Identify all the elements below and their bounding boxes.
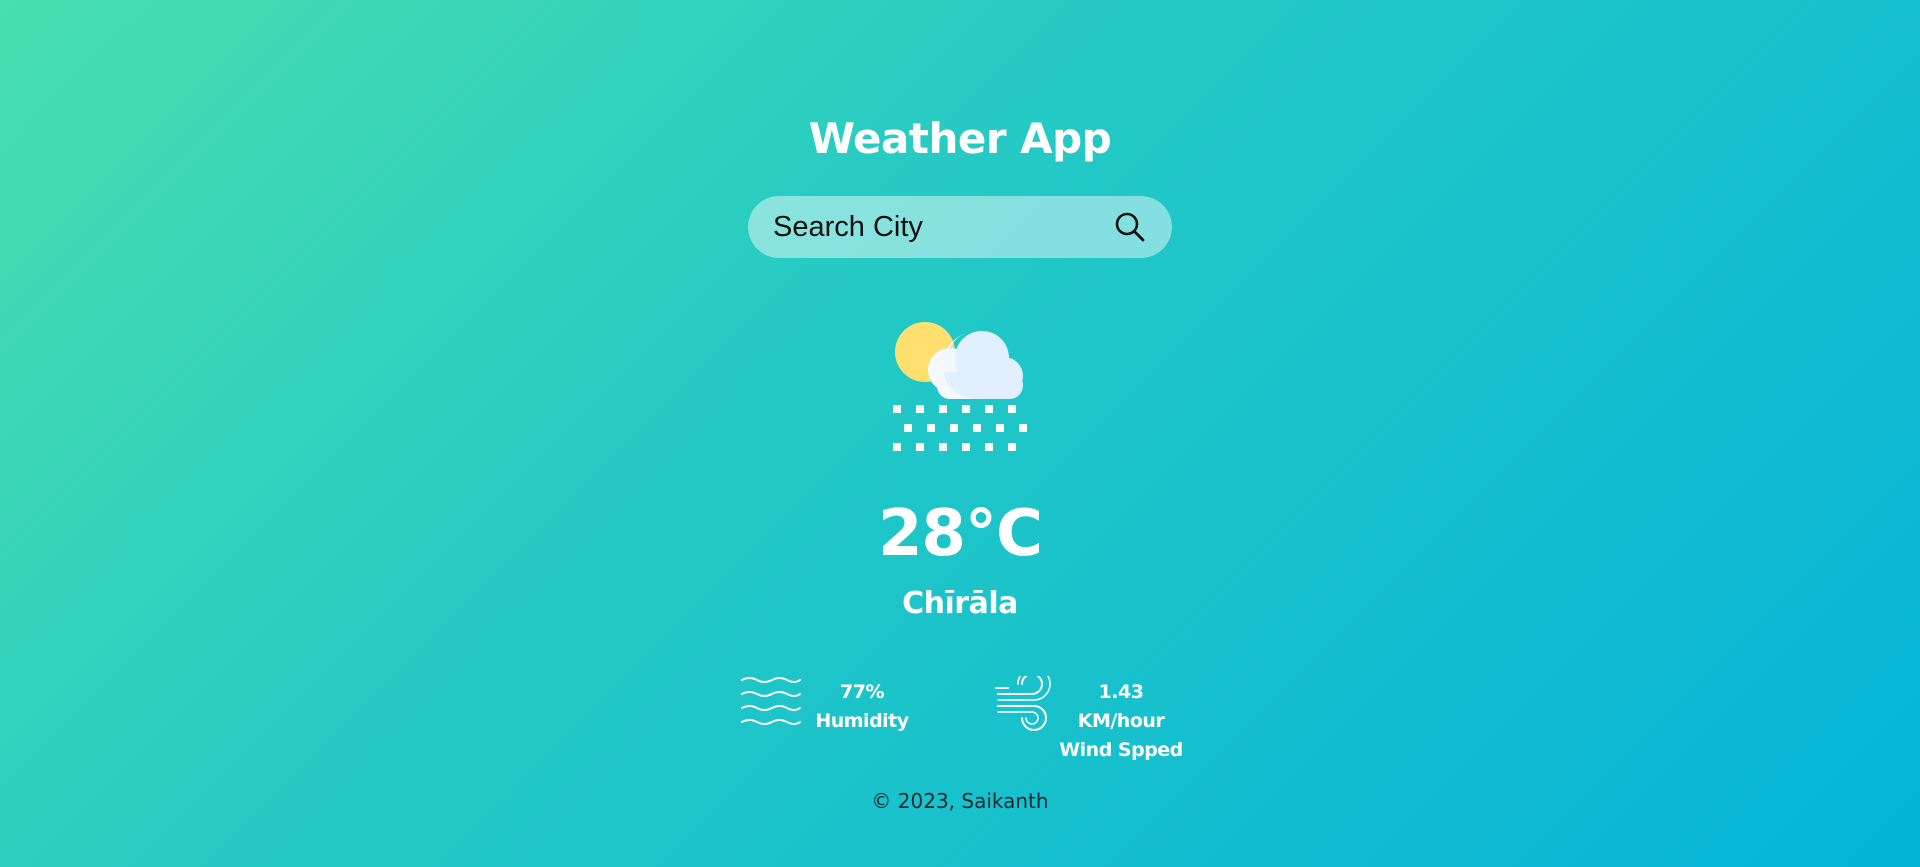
humidity-waves-icon	[741, 677, 801, 725]
temperature: 28°C	[877, 497, 1043, 571]
search-icon	[1115, 212, 1145, 242]
wind-value: 1.43 KM/hour	[1077, 681, 1165, 732]
humidity-value: 77%	[840, 681, 884, 703]
search-button[interactable]	[1112, 209, 1148, 245]
search-input[interactable]	[773, 196, 1103, 258]
cloud-sun-snow-icon	[893, 322, 1027, 451]
app-title: Weather App	[808, 114, 1112, 163]
wind-detail: 1.43 KM/hour Wind Spped	[994, 672, 1194, 761]
footer-copyright: © 2023, Saikanth	[871, 789, 1049, 813]
city-name: Chīrāla	[902, 586, 1018, 621]
wind-label: Wind Spped	[1059, 739, 1183, 761]
wind-icon	[995, 676, 1051, 731]
humidity-label: Humidity	[815, 710, 909, 732]
search-bar	[748, 196, 1172, 258]
humidity-detail: 77% Humidity	[740, 672, 910, 736]
weather-app: Weather App Search City 28°C Chīrāla 77%…	[0, 0, 1920, 867]
